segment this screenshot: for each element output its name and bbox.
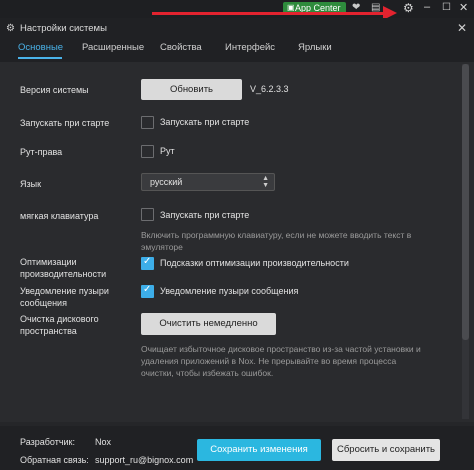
version-value: V_6.2.3.3 (250, 84, 289, 94)
softkb-hint-line-2: эмуляторе (141, 242, 183, 252)
tab-interface[interactable]: Интерфейс (225, 42, 275, 53)
version-label: Версия системы (20, 85, 89, 95)
minimize-icon[interactable]: – (424, 1, 430, 13)
bubble-label-line-2: сообщения (20, 298, 67, 308)
perf-option: Подсказки оптимизации производительности (160, 258, 349, 268)
tab-basic[interactable]: Основные (18, 42, 63, 53)
save-changes-button[interactable]: Сохранить изменения (197, 439, 321, 461)
feedback-value[interactable]: support_ru@bignox.com (95, 455, 193, 465)
save-changes-label: Сохранить изменения (210, 444, 308, 455)
disk-hint-line-3: очистки, чтобы избежать ошибок. (141, 368, 274, 378)
softkb-label: мягкая клавиатура (20, 211, 99, 221)
softkb-hint-line-1: Включить программную клавиатуру, если не… (141, 230, 412, 240)
language-select[interactable]: русский ▲ ▼ (141, 173, 275, 191)
language-value: русский (150, 177, 183, 187)
bubble-label-line-1: Уведомление пузыри (20, 286, 109, 296)
tab-advanced[interactable]: Расширенные (82, 42, 144, 53)
clean-now-button[interactable]: Очистить немедленно (141, 313, 276, 335)
softkb-checkbox[interactable] (141, 208, 154, 221)
update-button-label: Обновить (169, 84, 213, 95)
bubble-option: Уведомление пузыри сообщения (160, 286, 299, 296)
root-label: Рут-права (20, 147, 63, 157)
gear-icon[interactable]: ⚙ (403, 1, 414, 15)
reset-and-save-button[interactable]: Сбросить и сохранить (332, 439, 440, 461)
developer-value: Nox (95, 437, 112, 447)
close-icon[interactable]: ✕ (459, 1, 468, 14)
autostart-checkbox[interactable] (141, 116, 154, 129)
annotation-arrow (152, 12, 388, 15)
perf-label-line-1: Оптимизации (20, 257, 77, 267)
softkb-option: Запускать при старте (160, 210, 250, 220)
disk-label-line-1: Очистка дискового (20, 314, 99, 324)
maximize-icon[interactable]: ☐ (442, 2, 451, 13)
root-checkbox[interactable] (141, 145, 154, 158)
reset-and-save-label: Сбросить и сохранить (336, 444, 435, 455)
disk-hint-line-1: Очищает избыточное дисковое пространство… (141, 344, 421, 354)
developer-label: Разработчик: (20, 437, 75, 447)
disk-label-line-2: пространства (20, 326, 77, 336)
settings-gear-icon: ⚙ (6, 23, 15, 34)
feedback-label: Обратная связь: (20, 455, 89, 465)
bag-icon: ▣ (287, 3, 295, 12)
scrollbar-thumb[interactable] (462, 64, 469, 340)
clean-now-label: Очистить немедленно (159, 318, 258, 329)
perf-checkbox[interactable] (141, 256, 154, 270)
tab-properties[interactable]: Свойства (160, 42, 202, 53)
autostart-option: Запускать при старте (160, 117, 250, 127)
select-arrows-icon: ▲ ▼ (262, 175, 269, 189)
disk-hint-line-2: удаления приложений в Nox. Не прерывайте… (141, 356, 397, 366)
page-title: Настройки системы (20, 23, 107, 34)
language-label: Язык (20, 179, 42, 189)
autostart-label: Запускать при старте (20, 118, 110, 128)
update-button[interactable]: Обновить (141, 79, 242, 100)
dialog-close-icon[interactable]: ✕ (457, 21, 467, 35)
tab-shortcuts[interactable]: Ярлыки (298, 42, 332, 53)
bubble-checkbox[interactable] (141, 284, 154, 298)
active-tab-indicator (18, 57, 62, 59)
perf-label-line-2: производительности (20, 269, 107, 279)
root-option: Рут (160, 146, 175, 156)
